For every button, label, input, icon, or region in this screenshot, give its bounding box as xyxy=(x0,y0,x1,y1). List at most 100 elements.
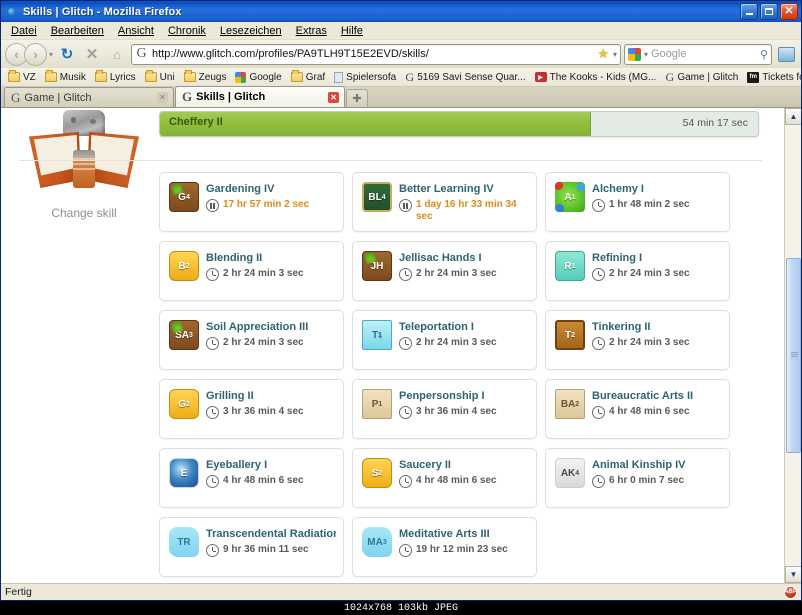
youtube-favicon: ▶ xyxy=(535,72,547,82)
skill-card[interactable]: SA3 Soil Appreciation III 2 hr 24 min 3 … xyxy=(159,310,344,370)
search-input[interactable]: Google xyxy=(651,48,757,60)
skill-name: Saucery II xyxy=(399,459,529,471)
skill-name: Transcendental Radiation xyxy=(206,528,336,540)
change-skill-label[interactable]: Change skill xyxy=(19,206,149,220)
menu-item-chronik[interactable]: Chronik xyxy=(162,24,212,38)
skill-icon-teleportation: T1 xyxy=(362,320,392,350)
home-button[interactable]: ⌂ xyxy=(106,43,128,65)
skill-card[interactable]: T2 Tinkering II 2 hr 24 min 3 sec xyxy=(545,310,730,370)
change-skill-panel[interactable]: Change skill xyxy=(19,110,149,220)
skill-name: Bureaucratic Arts II xyxy=(592,390,722,402)
bookmark-game-glitch[interactable]: GGame | Glitch xyxy=(661,69,742,86)
google-favicon xyxy=(235,72,246,83)
clock-icon xyxy=(399,544,412,557)
bookmark-graf[interactable]: Graf xyxy=(287,71,329,84)
google-engine-icon[interactable] xyxy=(628,48,641,61)
skill-card[interactable]: R1 Refining I 2 hr 24 min 3 sec xyxy=(545,241,730,301)
clock-icon xyxy=(399,475,412,488)
skill-card[interactable]: P1 Penpersonship I 3 hr 36 min 4 sec xyxy=(352,379,537,439)
address-dropdown-icon[interactable]: ▾ xyxy=(613,50,617,59)
clock-icon xyxy=(206,268,219,281)
menu-item-hilfe[interactable]: Hilfe xyxy=(335,24,369,38)
skill-icon-eyeballery: E xyxy=(169,458,199,488)
bookmarks-toolbar: VZ Musik Lyrics Uni Zeugs Google Graf Sp… xyxy=(1,68,801,87)
url-text[interactable]: http://www.glitch.com/profiles/PA9TLH9T1… xyxy=(152,48,593,60)
bookmark-uni[interactable]: Uni xyxy=(141,71,179,84)
bookmark-savi-sense[interactable]: G5169 Savi Sense Quar... xyxy=(401,69,529,86)
search-icon[interactable]: ⚲ xyxy=(760,48,768,61)
skill-card[interactable]: S2 Saucery II 4 hr 48 min 6 sec xyxy=(352,448,537,508)
vertical-scrollbar[interactable]: ▲ ▼ xyxy=(784,108,801,583)
tab-close-icon[interactable]: ✕ xyxy=(157,92,168,103)
skill-card[interactable]: G4 Gardening IV 17 hr 57 min 2 sec xyxy=(159,172,344,232)
document-favicon xyxy=(334,72,343,83)
tab-skills-glitch[interactable]: G Skills | Glitch ✕ xyxy=(175,86,345,107)
menu-item-ansicht[interactable]: Ansicht xyxy=(112,24,160,38)
bookmark-google[interactable]: Google xyxy=(231,71,285,84)
skill-card[interactable]: E Eyeballery I 4 hr 48 min 6 sec xyxy=(159,448,344,508)
skill-card[interactable]: BL4 Better Learning IV 1 day 16 hr 33 mi… xyxy=(352,172,537,232)
menu-item-bearbeiten[interactable]: Bearbeiten xyxy=(45,24,110,38)
glitch-favicon: G xyxy=(182,89,192,105)
clock-icon xyxy=(592,268,605,281)
tab-close-icon[interactable]: ✕ xyxy=(328,92,339,103)
clock-icon xyxy=(592,406,605,419)
search-bar[interactable]: ▾ Google ⚲ xyxy=(624,44,772,65)
skill-name: Animal Kinship IV xyxy=(592,459,722,471)
maximize-button[interactable] xyxy=(760,3,778,20)
progress-fill xyxy=(160,112,591,136)
bookmark-musik[interactable]: Musik xyxy=(41,71,90,84)
skill-card[interactable]: B2 Blending II 2 hr 24 min 3 sec xyxy=(159,241,344,301)
history-dropdown-icon[interactable]: ▾ xyxy=(49,50,53,59)
bookmark-spielersofa[interactable]: Spielersofa xyxy=(330,71,400,84)
glitch-favicon: G xyxy=(665,70,674,85)
tab-label: Skills | Glitch xyxy=(196,91,324,103)
bookmark-zeugs[interactable]: Zeugs xyxy=(180,71,231,84)
forward-button[interactable]: › xyxy=(24,43,47,66)
skill-card[interactable]: MA3 Meditative Arts III 19 hr 12 min 23 … xyxy=(352,517,537,577)
minimize-button[interactable] xyxy=(740,3,758,20)
skill-icon-jellisac-hands: JH xyxy=(362,251,392,281)
bookmark-star-icon[interactable]: ★ xyxy=(597,46,609,62)
learning-progress-bar[interactable]: Cheffery II 54 min 17 sec xyxy=(159,111,759,137)
skill-card[interactable]: A1 Alchemy I 1 hr 48 min 2 sec xyxy=(545,172,730,232)
bookmark-tickets[interactable]: fmTickets for concerts, t... xyxy=(743,71,801,84)
pause-icon xyxy=(206,199,219,212)
stop-button[interactable]: ✕ xyxy=(81,43,103,65)
scroll-up-button[interactable]: ▲ xyxy=(785,108,801,125)
scroll-down-button[interactable]: ▼ xyxy=(785,566,801,583)
bookmark-the-kooks[interactable]: ▶The Kooks - Kids (MG... xyxy=(531,71,661,84)
menu-item-datei[interactable]: Datei xyxy=(5,24,43,38)
bookmark-lyrics[interactable]: Lyrics xyxy=(91,71,140,84)
skill-time: 2 hr 24 min 3 sec xyxy=(416,337,497,349)
adblock-plus-icon[interactable]: ABP xyxy=(784,586,797,599)
skill-card[interactable]: AK4 Animal Kinship IV 6 hr 0 min 7 sec xyxy=(545,448,730,508)
skill-card[interactable]: TR Transcendental Radiation 9 hr 36 min … xyxy=(159,517,344,577)
close-window-button[interactable]: ✕ xyxy=(780,3,798,20)
menu-item-extras[interactable]: Extras xyxy=(290,24,333,38)
scrollbar-thumb[interactable] xyxy=(786,258,801,453)
reload-button[interactable]: ↻ xyxy=(56,43,78,65)
status-text: Fertig xyxy=(5,586,32,598)
search-engine-dropdown-icon[interactable]: ▾ xyxy=(644,50,648,59)
menu-item-lesezeichen[interactable]: Lesezeichen xyxy=(214,24,288,38)
skill-card[interactable]: G2 Grilling II 3 hr 36 min 4 sec xyxy=(159,379,344,439)
skill-card[interactable]: BA2 Bureaucratic Arts II 4 hr 48 min 6 s… xyxy=(545,379,730,439)
skill-card[interactable]: T1 Teleportation I 2 hr 24 min 3 sec xyxy=(352,310,537,370)
new-tab-button[interactable]: ✚ xyxy=(346,89,368,107)
skill-card[interactable]: JH Jellisac Hands I 2 hr 24 min 3 sec xyxy=(352,241,537,301)
skill-icon-tinkering: T2 xyxy=(555,320,585,350)
clock-icon xyxy=(592,199,605,212)
section-divider xyxy=(19,160,762,161)
skill-icon-transcendental-radiation: TR xyxy=(169,527,199,557)
tab-game-glitch[interactable]: G Game | Glitch ✕ xyxy=(4,87,174,107)
scrollbar-grip-icon xyxy=(791,352,798,357)
skill-time: 4 hr 48 min 6 sec xyxy=(609,406,690,418)
bookmark-vz[interactable]: VZ xyxy=(4,71,40,84)
sync-button[interactable] xyxy=(775,43,797,65)
folder-icon xyxy=(45,72,57,82)
clock-icon xyxy=(399,406,412,419)
skill-icon-meditative-arts: MA3 xyxy=(362,527,392,557)
current-skill-row: Cheffery II 54 min 17 sec xyxy=(159,111,759,137)
address-bar[interactable]: G http://www.glitch.com/profiles/PA9TLH9… xyxy=(131,44,621,65)
